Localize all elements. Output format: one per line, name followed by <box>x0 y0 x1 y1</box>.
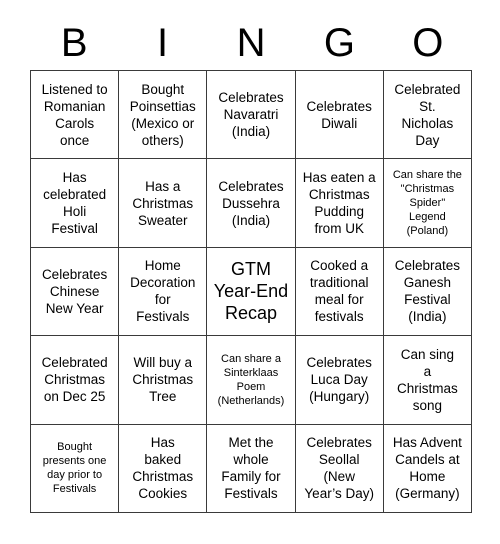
bingo-header-letter-n: N <box>236 21 266 65</box>
bingo-cell-label: Has celebrated Holi Festival <box>43 170 107 237</box>
bingo-cell[interactable]: Celebrates Luca Day (Hungary) <box>295 336 384 425</box>
bingo-header-letter-g: G <box>323 21 355 65</box>
bingo-header-letter-i: I <box>157 21 169 65</box>
bingo-cell[interactable]: Home Decoration for Festivals <box>119 247 208 337</box>
bingo-cell-label: Celebrated Christmas on Dec 25 <box>41 355 108 405</box>
bingo-header-row: BINGO <box>30 16 472 70</box>
bingo-cell-label: Has a Christmas Sweater <box>132 178 194 228</box>
bingo-cell-label: Celebrates Seollal (New Year’s Day) <box>304 435 374 502</box>
bingo-cell-label: Bought Poinsettias (Mexico or others) <box>129 81 196 148</box>
bingo-cell-label: Has eaten a Christmas Pudding from UK <box>302 170 376 237</box>
bingo-cell[interactable]: Can share a Sinterklaas Poem (Netherland… <box>207 336 296 425</box>
bingo-cell-label: Celebrates Diwali <box>306 98 372 131</box>
bingo-cell[interactable]: Has eaten a Christmas Pudding from UK <box>295 159 384 248</box>
bingo-cell-label: Can share the "Christmas Spider" Legend … <box>392 169 462 238</box>
bingo-cell-label: Home Decoration for Festivals <box>130 258 196 325</box>
bingo-cell-label: Celebrates Luca Day (Hungary) <box>306 355 372 405</box>
bingo-cell[interactable]: Met the whole Family for Festivals <box>207 424 296 513</box>
bingo-header-letter-o: O <box>412 21 444 65</box>
bingo-cell-label: Cooked a traditional meal for festivals <box>309 258 369 325</box>
bingo-cell-label: Celebrates Navaratri (India) <box>218 90 284 140</box>
bingo-cell-label: GTM Year-End Recap <box>213 259 289 324</box>
bingo-cell[interactable]: Celebrates Chinese New Year <box>31 247 120 337</box>
bingo-cell-label: Bought presents one day prior to Festiva… <box>42 441 107 496</box>
bingo-cell[interactable]: Bought Poinsettias (Mexico or others) <box>119 71 208 160</box>
bingo-header-letter-b: B <box>60 21 88 65</box>
bingo-cell-label: Will buy a Christmas Tree <box>132 355 194 405</box>
bingo-cell[interactable]: Can share the "Christmas Spider" Legend … <box>383 159 472 248</box>
bingo-cell[interactable]: Celebrates Ganesh Festival (India) <box>383 247 472 337</box>
bingo-cell[interactable]: Can sing a Christmas song <box>383 336 472 425</box>
bingo-cell-label: Met the whole Family for Festivals <box>221 435 281 502</box>
bingo-cell[interactable]: Celebrates Diwali <box>295 71 384 160</box>
bingo-cell-label: Has Advent Candels at Home (Germany) <box>392 435 462 502</box>
bingo-cell[interactable]: Celebrates Dussehra (India) <box>207 159 296 248</box>
bingo-cell[interactable]: Celebrated St. Nicholas Day <box>383 71 472 160</box>
bingo-cell[interactable]: Has Advent Candels at Home (Germany) <box>383 424 472 513</box>
bingo-cell-label: Celebrates Dussehra (India) <box>218 178 284 228</box>
bingo-cell[interactable]: Has celebrated Holi Festival <box>31 159 120 248</box>
bingo-cell[interactable]: Celebrates Navaratri (India) <box>207 71 296 160</box>
bingo-cell-label: Celebrates Ganesh Festival (India) <box>394 258 461 325</box>
bingo-cell[interactable]: Celebrated Christmas on Dec 25 <box>31 336 120 425</box>
bingo-cell[interactable]: Will buy a Christmas Tree <box>119 336 208 425</box>
bingo-cell[interactable]: Cooked a traditional meal for festivals <box>295 247 384 337</box>
bingo-cell-label: Can share a Sinterklaas Poem (Netherland… <box>217 352 285 407</box>
bingo-grid: Listened to Romanian Carols once Bought P… <box>30 70 472 513</box>
bingo-card: B I N G O Listened to Romanian Carols once Bo… <box>0 0 500 544</box>
bingo-free-space-cell[interactable]: GTM Year-End Recap <box>207 247 296 337</box>
bingo-cell[interactable]: Has baked Christmas Cookies <box>119 424 208 513</box>
bingo-cell-label: Can sing a Christmas song <box>397 346 458 413</box>
bingo-cell-label: Celebrated St. Nicholas Day <box>394 81 461 148</box>
bingo-cell-label: Has baked Christmas Cookies <box>132 435 194 502</box>
bingo-cell[interactable]: Has a Christmas Sweater <box>119 159 208 248</box>
bingo-cell[interactable]: Bought presents one day prior to Festiva… <box>31 424 120 513</box>
bingo-cell-label: Celebrates Chinese New Year <box>41 266 108 316</box>
bingo-cell-label: Listened to Romanian Carols once <box>41 81 108 148</box>
bingo-cell[interactable]: Listened to Romanian Carols once <box>31 71 120 160</box>
bingo-cell[interactable]: Celebrates Seollal (New Year’s Day) <box>295 424 384 513</box>
